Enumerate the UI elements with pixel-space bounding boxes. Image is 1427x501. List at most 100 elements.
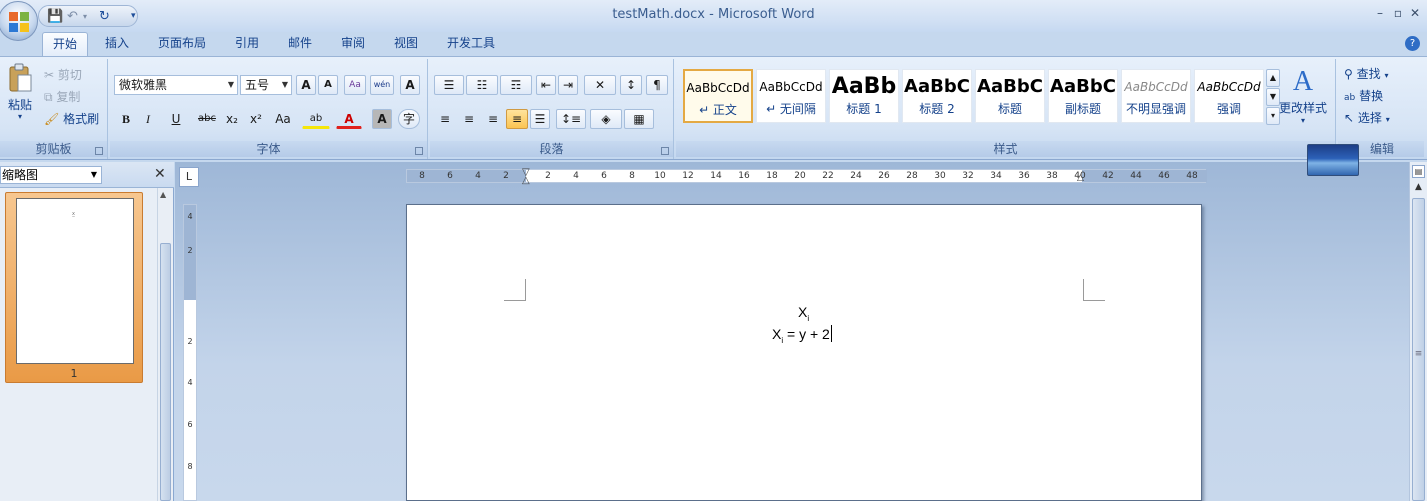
replace-button[interactable]: ab 替换 (1344, 87, 1383, 104)
style-heading-2[interactable]: AaBbC 标题 2 (902, 69, 972, 123)
style-emphasis[interactable]: AaBbCcDd 强调 (1194, 69, 1264, 123)
line-spacing-button[interactable]: ↕≡ (556, 109, 586, 129)
highlight-button[interactable]: ab (302, 109, 330, 129)
style-sample: AaBbCcDd (759, 80, 823, 94)
equation-line-1[interactable]: Xi (798, 304, 809, 323)
strikethrough-button[interactable]: abc (196, 109, 218, 129)
thumbnail-scroll-thumb[interactable] (160, 243, 171, 501)
minimize-button[interactable]: – (1372, 5, 1388, 21)
underline-button[interactable]: U (162, 109, 190, 129)
horizontal-ruler[interactable]: 8 6 4 2 2 4 6 8 10 12 14 16 18 20 22 24 26 28 30 32 34 36 38 40… (406, 168, 1207, 186)
paragraph-launcher-icon[interactable] (661, 147, 669, 155)
clear-format-button[interactable]: Aa (344, 75, 366, 95)
close-icon[interactable]: ✕ (154, 166, 168, 182)
tab-page-layout[interactable]: 页面布局 (148, 32, 216, 56)
font-launcher-icon[interactable] (415, 147, 423, 155)
customize-qat-icon[interactable]: ▾ (131, 9, 136, 24)
show-marks-button[interactable]: ¶ (646, 75, 668, 95)
redo-icon[interactable]: ↻ (99, 9, 110, 24)
style-subtle-emphasis[interactable]: AaBbCcDd 不明显强调 (1121, 69, 1191, 123)
bullets-button[interactable]: ☰ (434, 75, 464, 95)
style-title[interactable]: AaBbC 标题 (975, 69, 1045, 123)
distributed-button[interactable]: ☰ (530, 109, 550, 129)
style-subtitle[interactable]: AaBbC 副标题 (1048, 69, 1118, 123)
subscript-button[interactable]: x₂ (222, 109, 242, 129)
shading-button[interactable]: ◈ (590, 109, 622, 129)
right-indent-marker-icon[interactable]: △ (1077, 173, 1087, 183)
asian-layout-button[interactable]: ✕ (584, 75, 616, 95)
tab-home[interactable]: 开始 (42, 32, 89, 56)
align-right-button[interactable]: ≡ (482, 109, 504, 129)
tab-insert[interactable]: 插入 (95, 32, 139, 56)
format-painter-button[interactable]: 🖌 格式刷 (44, 110, 99, 127)
italic-button[interactable]: I (138, 109, 158, 129)
undo-icon[interactable]: ↶ (67, 9, 78, 24)
ruler-tick-label: 4 (475, 171, 481, 181)
style-heading-1[interactable]: AaBb 标题 1 (829, 69, 899, 123)
numbering-button[interactable]: ☷ (466, 75, 498, 95)
justify-button[interactable]: ≡ (506, 109, 528, 129)
save-icon[interactable]: 💾 (47, 9, 63, 24)
clipboard-group-label: 剪贴板 (0, 141, 107, 157)
scroll-thumb[interactable]: ≡ (1412, 198, 1425, 501)
indent-marker-icon[interactable]: ▽ △ (522, 168, 532, 186)
increase-indent-button[interactable]: ⇥ (558, 75, 578, 95)
font-color-button[interactable]: A (336, 109, 362, 129)
character-shading-button[interactable]: A (372, 109, 392, 129)
restore-button[interactable]: ▫ (1390, 5, 1406, 21)
multilevel-list-button[interactable]: ☶ (500, 75, 532, 95)
borders-button[interactable]: ▦ (624, 109, 654, 129)
cursor-icon: ↖ (1344, 111, 1355, 125)
paste-button[interactable]: 粘贴 ▾ (4, 63, 36, 127)
floating-image-thumbnail[interactable] (1307, 144, 1359, 176)
grow-font-button[interactable]: A (296, 75, 316, 95)
align-center-button[interactable]: ≡ (458, 109, 480, 129)
shrink-font-button[interactable]: A (318, 75, 338, 95)
vertical-scrollbar[interactable]: ▤ ▲ ≡ (1409, 162, 1427, 501)
phonetic-guide-button[interactable]: wén (370, 75, 394, 95)
thumbnail-scrollbar[interactable]: ▲ (157, 188, 173, 501)
tab-view[interactable]: 视图 (384, 32, 428, 56)
tab-review[interactable]: 审阅 (331, 32, 375, 56)
cut-button[interactable]: ✂ 剪切 (44, 66, 82, 83)
style-normal[interactable]: AaBbCcDd ↵ 正文 (683, 69, 753, 123)
font-size-select[interactable]: 五号 ▼ (240, 75, 292, 95)
document-page[interactable]: Xi Xi = y + 2 (406, 204, 1202, 501)
undo-dropdown-icon[interactable]: ▾ (83, 9, 87, 24)
change-styles-button[interactable]: A 更改样式 ▾ (1278, 65, 1328, 126)
scroll-up-icon[interactable]: ▲ (160, 190, 166, 199)
find-button[interactable]: ⚲ 查找 ▾ (1344, 65, 1388, 82)
copy-button[interactable]: ⧉ 复制 (44, 88, 80, 105)
align-left-button[interactable]: ≡ (434, 109, 456, 129)
navigation-view-select[interactable]: 缩略图 ▼ (0, 166, 102, 184)
superscript-button[interactable]: x² (246, 109, 266, 129)
style-name: 标题 (997, 102, 1022, 116)
equation-line-2[interactable]: Xi = y + 2 (772, 325, 832, 345)
ruler-tick-label: 14 (710, 171, 722, 181)
tab-references[interactable]: 引用 (225, 32, 269, 56)
close-button[interactable]: ✕ (1407, 5, 1423, 21)
select-button[interactable]: ↖ 选择 ▾ (1344, 109, 1390, 126)
bold-button[interactable]: B (116, 109, 136, 129)
ruler-tick-label: 32 (962, 171, 974, 181)
style-no-spacing[interactable]: AaBbCcDd ↵ 无间隔 (756, 69, 826, 123)
enclose-character-button[interactable]: 字 (398, 109, 420, 129)
tab-developer[interactable]: 开发工具 (437, 32, 505, 56)
tab-selector[interactable]: L (179, 167, 199, 187)
help-icon[interactable]: ? (1405, 36, 1420, 51)
tab-mailings[interactable]: 邮件 (278, 32, 322, 56)
character-border-button[interactable]: A (400, 75, 420, 95)
ruler-toggle-icon[interactable]: ▤ (1412, 165, 1425, 178)
font-family-select[interactable]: 微软雅黑 ▼ (114, 75, 238, 95)
decrease-indent-button[interactable]: ⇤ (536, 75, 556, 95)
change-case-button[interactable]: Aa (270, 109, 296, 129)
clipboard-launcher-icon[interactable] (95, 147, 103, 155)
page-thumbnail[interactable]: x̲ 1 (5, 192, 143, 383)
ruler-tick-label: 6 (601, 171, 607, 181)
scroll-up-icon[interactable]: ▲ (1412, 182, 1425, 196)
font-group-label: 字体 (110, 141, 427, 157)
pilcrow-icon: ¶ (653, 78, 661, 92)
copy-icon: ⧉ (44, 90, 53, 104)
sort-button[interactable]: ↕ (620, 75, 642, 95)
vertical-ruler[interactable]: 4 2 2 4 6 8 (183, 204, 197, 501)
